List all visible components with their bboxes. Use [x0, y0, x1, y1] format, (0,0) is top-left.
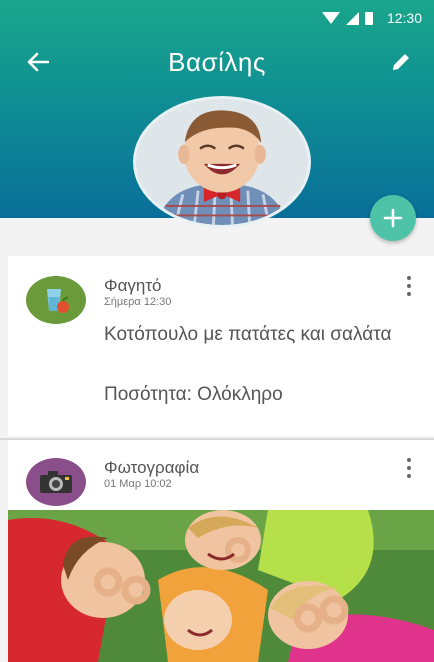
more-dot — [407, 466, 411, 470]
more-vertical-icon — [407, 276, 411, 280]
toolbar: Βασίλης — [0, 36, 434, 88]
edit-button[interactable] — [386, 48, 416, 76]
avatar[interactable] — [133, 96, 311, 228]
feed-photo[interactable] — [8, 510, 434, 662]
feed-item-timestamp: Σήμερα 12:30 — [104, 296, 172, 308]
more-options-button[interactable] — [404, 456, 414, 480]
back-button[interactable] — [22, 48, 54, 76]
wifi-icon — [321, 12, 340, 24]
food-icon-badge — [26, 276, 86, 324]
kids-photo — [8, 510, 434, 662]
camera-icon — [40, 471, 72, 493]
camera-icon-badge — [26, 458, 86, 506]
pencil-icon — [393, 54, 409, 70]
more-dot — [407, 474, 411, 478]
add-button[interactable] — [370, 195, 416, 241]
feed-item-quantity: Ποσότητα: Ολόκληρο — [104, 384, 283, 405]
battery-icon — [364, 11, 373, 25]
feed-item-timestamp: 01 Μαρ 10:02 — [104, 478, 172, 490]
feed-item-food[interactable]: Φαγητό Σήμερα 12:30 Κοτόπουλο με πατάτες… — [8, 256, 434, 436]
feed-item-type: Φωτογραφία — [104, 458, 200, 477]
feed-item-type: Φαγητό — [104, 276, 162, 295]
more-vertical-icon — [407, 458, 411, 462]
more-dot — [407, 284, 411, 288]
status-bar: 12:30 — [0, 0, 434, 36]
food-icon — [47, 289, 69, 313]
child-photo — [137, 99, 307, 225]
page-title: Βασίλης — [168, 46, 266, 77]
signal-icon — [345, 11, 359, 25]
arrow-left-icon — [27, 52, 49, 72]
status-time: 12:30 — [386, 10, 422, 26]
feed-item-photo[interactable]: Φωτογραφία 01 Μαρ 10:02 — [8, 440, 434, 662]
more-options-button[interactable] — [404, 274, 414, 298]
plus-icon — [383, 208, 403, 228]
more-dot — [407, 292, 411, 296]
feed-item-description: Κοτόπουλο με πατάτες και σαλάτα — [104, 324, 392, 345]
